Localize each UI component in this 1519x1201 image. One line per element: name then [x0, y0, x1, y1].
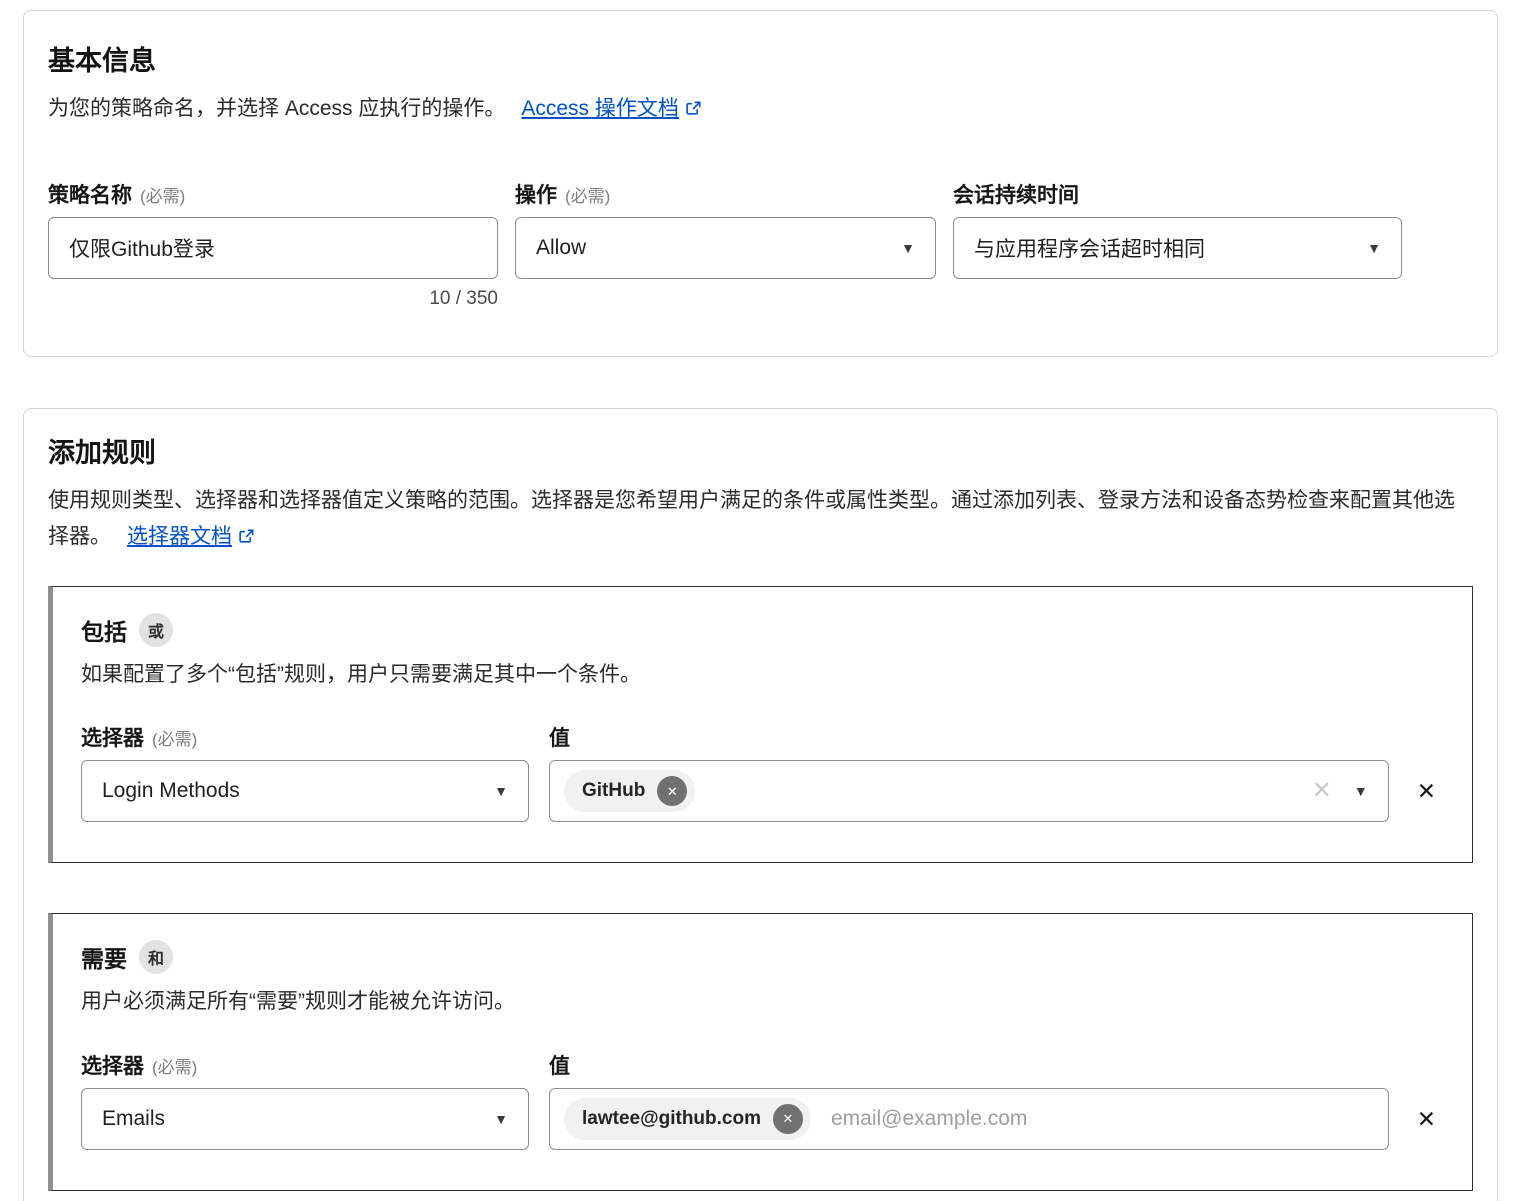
external-link-icon — [238, 521, 255, 556]
session-duration-select-value: 与应用程序会话超时相同 — [974, 233, 1205, 263]
include-value-label-row: 值 — [549, 722, 1389, 752]
clear-values-icon[interactable]: ✕ — [1312, 779, 1332, 803]
remove-tag-button[interactable]: ✕ — [657, 776, 687, 806]
session-duration-select[interactable]: 与应用程序会话超时相同 ▼ — [953, 217, 1402, 279]
external-link-icon — [685, 93, 702, 128]
value-tag: lawtee@github.com ✕ — [564, 1098, 811, 1140]
require-value-field: 值 lawtee@github.com ✕ — [549, 1050, 1389, 1150]
require-selector-label: 选择器 — [81, 1050, 144, 1080]
include-selector-label-row: 选择器 (必需) — [81, 722, 529, 752]
include-rule-box: 包括 或 如果配置了多个“包括”规则，用户只需要满足其中一个条件。 选择器 (必… — [48, 586, 1473, 864]
include-selector-select[interactable]: Login Methods ▼ — [81, 760, 529, 822]
include-value-label: 值 — [549, 722, 570, 752]
and-badge: 和 — [139, 940, 173, 974]
add-rules-description: 使用规则类型、选择器和选择器值定义策略的范围。选择器是您希望用户满足的条件或属性… — [48, 483, 1473, 556]
policy-name-counter: 10 / 350 — [48, 288, 498, 310]
include-selector-required-hint: (必需) — [152, 725, 197, 750]
or-badge: 或 — [139, 613, 173, 647]
action-label: 操作 — [515, 179, 557, 209]
include-selector-select-value: Login Methods — [102, 779, 240, 803]
require-rule-fields-row: 选择器 (必需) Emails ▼ 值 lawtee@github.com — [81, 1050, 1444, 1150]
remove-include-rule-button[interactable]: ✕ — [1417, 780, 1436, 803]
require-selector-select-value: Emails — [102, 1107, 165, 1131]
chevron-down-icon: ▼ — [494, 1112, 508, 1126]
chevron-down-icon: ▼ — [494, 784, 508, 798]
require-rule-header: 需要 和 — [81, 940, 1444, 974]
require-rule-title: 需要 — [81, 940, 127, 974]
selector-docs-link[interactable]: 选择器文档 — [127, 525, 255, 548]
action-required-hint: (必需) — [565, 182, 610, 207]
selector-docs-link-label: 选择器文档 — [127, 525, 232, 548]
remove-tag-button[interactable]: ✕ — [773, 1104, 803, 1134]
policy-name-label: 策略名称 — [48, 179, 132, 209]
value-tag-label: GitHub — [582, 780, 645, 802]
include-value-multiselect[interactable]: GitHub ✕ ✕ ▼ — [549, 760, 1389, 822]
email-value-input[interactable] — [829, 1106, 1368, 1132]
policy-name-required-hint: (必需) — [140, 182, 185, 207]
require-rule-description: 用户必须满足所有“需要”规则才能被允许访问。 — [81, 986, 1444, 1018]
action-field: 操作 (必需) Allow ▼ — [515, 179, 936, 310]
close-icon: ✕ — [667, 785, 678, 798]
session-duration-label-row: 会话持续时间 — [953, 179, 1402, 209]
require-value-label: 值 — [549, 1050, 570, 1080]
action-select-value: Allow — [536, 236, 586, 260]
require-value-label-row: 值 — [549, 1050, 1389, 1080]
chevron-down-icon: ▼ — [1367, 241, 1381, 255]
action-select[interactable]: Allow ▼ — [515, 217, 936, 279]
require-selector-select[interactable]: Emails ▼ — [81, 1088, 529, 1150]
chevron-down-icon: ▼ — [901, 241, 915, 255]
policy-name-label-row: 策略名称 (必需) — [48, 179, 498, 209]
basic-info-card: 基本信息 为您的策略命名，并选择 Access 应执行的操作。 Access 操作… — [23, 10, 1498, 357]
require-selector-field: 选择器 (必需) Emails ▼ — [81, 1050, 529, 1150]
access-docs-link-label: Access 操作文档 — [521, 97, 679, 120]
basic-info-description: 为您的策略命名，并选择 Access 应执行的操作。 Access 操作文档 — [48, 91, 1473, 128]
include-rule-title: 包括 — [81, 613, 127, 647]
session-duration-field: 会话持续时间 与应用程序会话超时相同 ▼ — [953, 179, 1402, 310]
value-tag: GitHub ✕ — [564, 770, 695, 812]
require-value-multiselect[interactable]: lawtee@github.com ✕ — [549, 1088, 1389, 1150]
basic-info-fields-row: 策略名称 (必需) 10 / 350 操作 (必需) Allow ▼ 会话持续 — [48, 179, 1473, 310]
include-rule-description: 如果配置了多个“包括”规则，用户只需要满足其中一个条件。 — [81, 659, 1444, 691]
close-icon: ✕ — [1417, 778, 1436, 804]
action-label-row: 操作 (必需) — [515, 179, 936, 209]
add-rules-title: 添加规则 — [48, 437, 1473, 469]
policy-name-field: 策略名称 (必需) 10 / 350 — [48, 179, 498, 310]
value-tag-label: lawtee@github.com — [582, 1108, 761, 1130]
close-icon: ✕ — [1417, 1106, 1436, 1132]
require-selector-required-hint: (必需) — [152, 1053, 197, 1078]
require-rule-box: 需要 和 用户必须满足所有“需要”规则才能被允许访问。 选择器 (必需) Ema… — [48, 913, 1473, 1191]
chevron-down-icon: ▼ — [1354, 784, 1368, 798]
basic-info-title: 基本信息 — [48, 45, 1473, 77]
session-duration-label: 会话持续时间 — [953, 179, 1079, 209]
include-selector-label: 选择器 — [81, 722, 144, 752]
require-selector-label-row: 选择器 (必需) — [81, 1050, 529, 1080]
close-icon: ✕ — [783, 1112, 794, 1125]
include-selector-field: 选择器 (必需) Login Methods ▼ — [81, 722, 529, 822]
remove-require-rule-button[interactable]: ✕ — [1417, 1108, 1436, 1131]
access-policy-page: 基本信息 为您的策略命名，并选择 Access 应执行的操作。 Access 操作… — [0, 0, 1519, 1201]
include-rule-header: 包括 或 — [81, 613, 1444, 647]
include-rule-fields-row: 选择器 (必需) Login Methods ▼ 值 GitHub — [81, 722, 1444, 822]
add-rules-description-text: 使用规则类型、选择器和选择器值定义策略的范围。选择器是您希望用户满足的条件或属性… — [48, 489, 1455, 547]
policy-name-input[interactable] — [48, 217, 498, 279]
add-rules-card: 添加规则 使用规则类型、选择器和选择器值定义策略的范围。选择器是您希望用户满足的… — [23, 408, 1498, 1201]
basic-info-description-text: 为您的策略命名，并选择 Access 应执行的操作。 — [48, 97, 505, 120]
include-value-field: 值 GitHub ✕ ✕ ▼ — [549, 722, 1389, 822]
access-docs-link[interactable]: Access 操作文档 — [521, 97, 702, 120]
